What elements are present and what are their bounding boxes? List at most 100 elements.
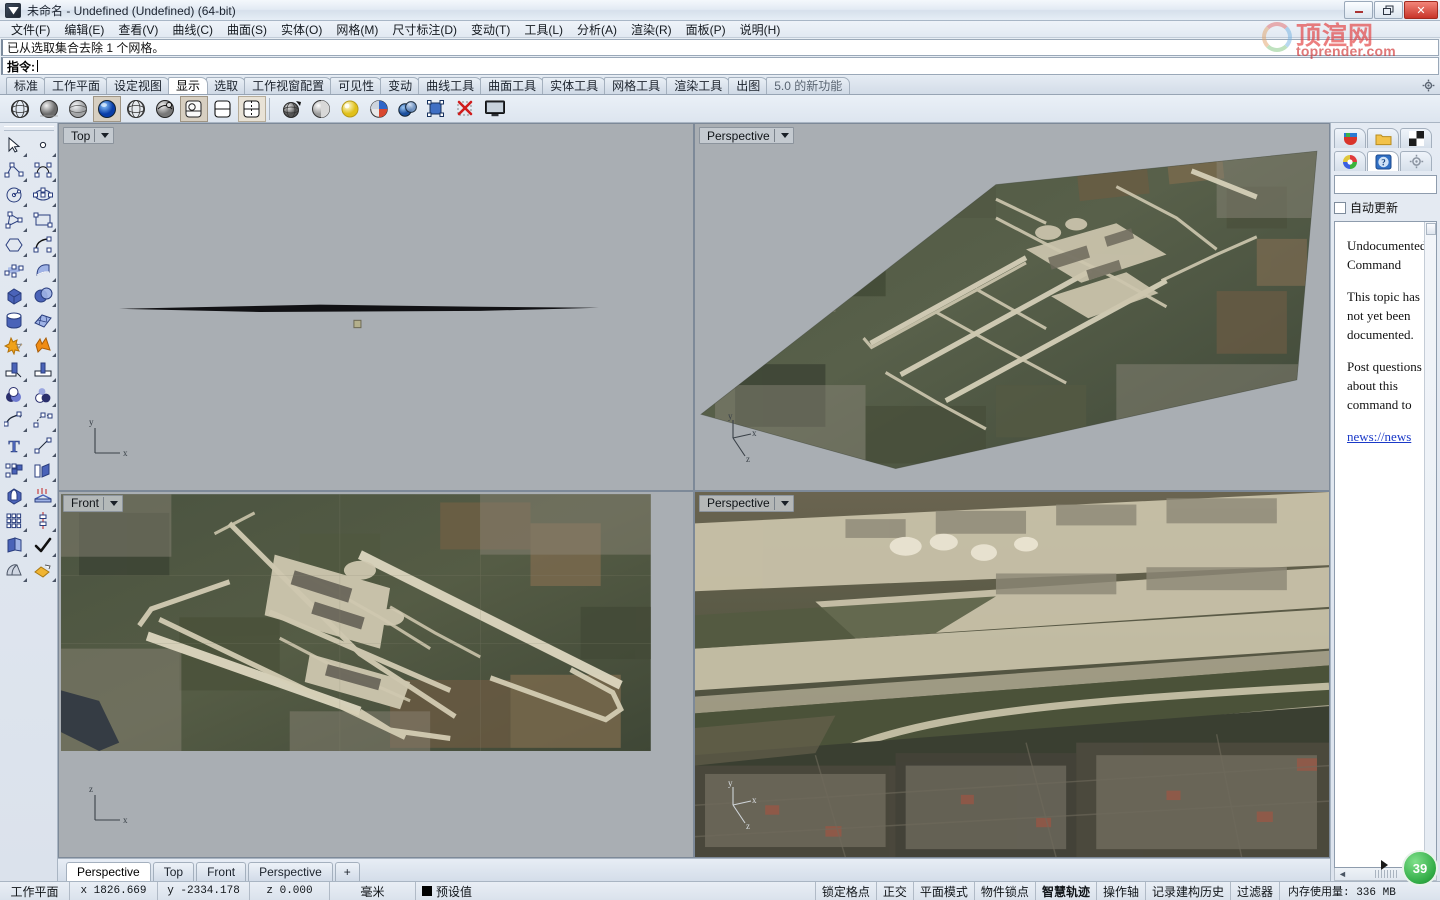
help-content-pane[interactable]: Undocumented Command This topic has not … — [1334, 221, 1437, 868]
technical-display-button[interactable] — [151, 96, 179, 122]
help-search-input[interactable] — [1334, 175, 1437, 194]
status-units[interactable]: 毫米 — [330, 882, 416, 900]
flyout-indicator-icon[interactable] — [51, 153, 56, 157]
flyout-indicator-icon[interactable] — [51, 353, 56, 357]
menu-dimension[interactable]: 尺寸标注(D) — [385, 21, 464, 38]
trim-button[interactable] — [0, 358, 29, 383]
status-toggle-4[interactable]: 智慧轨迹 — [1036, 882, 1097, 900]
flyout-indicator-icon[interactable] — [51, 328, 56, 332]
ellipse-button[interactable] — [29, 183, 58, 208]
toolbar-tab-11[interactable]: 网格工具 — [604, 77, 669, 94]
extrude-surface-button[interactable] — [29, 258, 58, 283]
menu-analyze[interactable]: 分析(A) — [570, 21, 624, 38]
flyout-indicator-icon[interactable] — [22, 278, 27, 282]
close-button[interactable]: ✕ — [1404, 1, 1438, 19]
flyout-indicator-icon[interactable] — [22, 553, 27, 557]
viewport-tab-3[interactable]: Perspective — [248, 862, 333, 881]
render-color-button[interactable] — [365, 96, 393, 122]
auto-update-checkbox-row[interactable]: 自动更新 — [1334, 199, 1437, 216]
flyout-indicator-icon[interactable] — [51, 528, 56, 532]
cap-button[interactable] — [0, 483, 29, 508]
viewport-top[interactable]: Top y x — [58, 123, 694, 491]
mirror-axis-button[interactable] — [29, 508, 58, 533]
polygon-button[interactable] — [0, 233, 29, 258]
menu-panels[interactable]: 面板(P) — [679, 21, 733, 38]
help-scroll-up-arrow[interactable] — [1426, 223, 1436, 235]
flyout-indicator-icon[interactable] — [22, 253, 27, 257]
ghosted-display-button[interactable] — [64, 96, 92, 122]
viewport-tab-1[interactable]: Top — [152, 862, 195, 881]
status-toggle-5[interactable]: 操作轴 — [1097, 882, 1146, 900]
toolbar-tab-12[interactable]: 渲染工具 — [666, 77, 731, 94]
toolbar-tab-0[interactable]: 标准 — [6, 77, 47, 94]
menu-mesh[interactable]: 网格(M) — [329, 21, 385, 38]
right-panel-tabs-row-1[interactable] — [1334, 126, 1437, 148]
status-toggle-2[interactable]: 平面模式 — [914, 882, 975, 900]
status-z-coordinate[interactable]: z 0.000 — [250, 882, 330, 900]
viewport-perspective-1-canvas[interactable] — [695, 124, 1329, 490]
help-newsgroup-link[interactable]: news://news — [1347, 429, 1411, 444]
flyout-indicator-icon[interactable] — [22, 178, 27, 182]
contour-button[interactable] — [29, 483, 58, 508]
main-tool-palette[interactable]: T — [0, 123, 58, 881]
toolbar-tab-7[interactable]: 变动 — [380, 77, 421, 94]
layer-color-swatch[interactable] — [422, 886, 432, 896]
show-edges-button[interactable] — [423, 96, 451, 122]
flyout-indicator-icon[interactable] — [22, 403, 27, 407]
viewport-front-label[interactable]: Front — [63, 494, 124, 512]
toolbar-tab-strip[interactable]: 标准 工作平面 设定视图 显示 选取 工作视窗配置 可见性 变动 曲线工具 曲面工具 实体工具 网格工… — [0, 76, 1440, 95]
point-button[interactable] — [29, 133, 58, 158]
paint-material-button[interactable] — [29, 558, 58, 583]
status-y-coordinate[interactable]: y -2334.178 — [158, 882, 250, 900]
flyout-indicator-icon[interactable] — [51, 203, 56, 207]
palette-grip[interactable] — [3, 126, 54, 131]
menu-solid[interactable]: 实体(O) — [274, 21, 329, 38]
flyout-indicator-icon[interactable] — [51, 278, 56, 282]
material-tab[interactable] — [1334, 151, 1366, 171]
flyout-indicator-icon[interactable] — [22, 428, 27, 432]
polyline-button[interactable] — [0, 158, 29, 183]
flyout-indicator-icon[interactable] — [51, 228, 56, 232]
rectangle-button[interactable] — [29, 208, 58, 233]
flyout-indicator-icon[interactable] — [51, 478, 56, 482]
display-toolbar[interactable] — [0, 95, 1440, 123]
toolbar-tab-14[interactable]: 5.0 的新功能 — [766, 77, 851, 94]
check-object-button[interactable] — [29, 533, 58, 558]
flyout-indicator-icon[interactable] — [51, 578, 56, 582]
flyout-indicator-icon[interactable] — [22, 303, 27, 307]
viewport-front-canvas[interactable] — [59, 491, 693, 858]
status-toggle-7[interactable]: 过滤器 — [1231, 882, 1280, 900]
maximize-button[interactable] — [1374, 1, 1403, 19]
options-tab[interactable] — [1400, 151, 1432, 171]
render-preview-button[interactable] — [336, 96, 364, 122]
artistic-display-button[interactable] — [180, 95, 208, 122]
menu-curve[interactable]: 曲线(C) — [165, 21, 220, 38]
help-tab[interactable]: ? — [1367, 151, 1399, 171]
grid-array-button[interactable] — [0, 508, 29, 533]
flyout-indicator-icon[interactable] — [51, 553, 56, 557]
display-tab[interactable] — [1400, 128, 1432, 148]
sphere-boolean-button[interactable] — [29, 283, 58, 308]
viewport-perspective-2-label[interactable]: Perspective — [699, 494, 794, 512]
arctic-display-button[interactable] — [238, 95, 266, 122]
viewport-perspective-2[interactable]: Perspective y x z — [694, 490, 1330, 858]
flyout-indicator-icon[interactable] — [22, 503, 27, 507]
status-toggle-6[interactable]: 记录建构历史 — [1146, 882, 1231, 900]
rendered-display-button[interactable] — [93, 95, 121, 122]
pen-display-button[interactable] — [209, 96, 237, 122]
toolbar-tab-4[interactable]: 选取 — [206, 77, 247, 94]
toolbar-options-gear-icon[interactable] — [1422, 79, 1435, 92]
mesh-plane-button[interactable] — [29, 308, 58, 333]
split-button[interactable] — [29, 358, 58, 383]
select-arrow-button[interactable] — [0, 133, 29, 158]
hide-edges-button[interactable] — [452, 96, 480, 122]
flat-shade-button[interactable] — [307, 96, 335, 122]
flyout-indicator-icon[interactable] — [22, 153, 27, 157]
viewport-tab-0[interactable]: Perspective — [66, 862, 151, 881]
flyout-indicator-icon[interactable] — [51, 178, 56, 182]
flyout-indicator-icon[interactable] — [22, 203, 27, 207]
arc-button[interactable] — [29, 233, 58, 258]
menu-render[interactable]: 渲染(R) — [624, 21, 679, 38]
flyout-indicator-icon[interactable] — [22, 578, 27, 582]
flyout-indicator-icon[interactable] — [22, 453, 27, 457]
